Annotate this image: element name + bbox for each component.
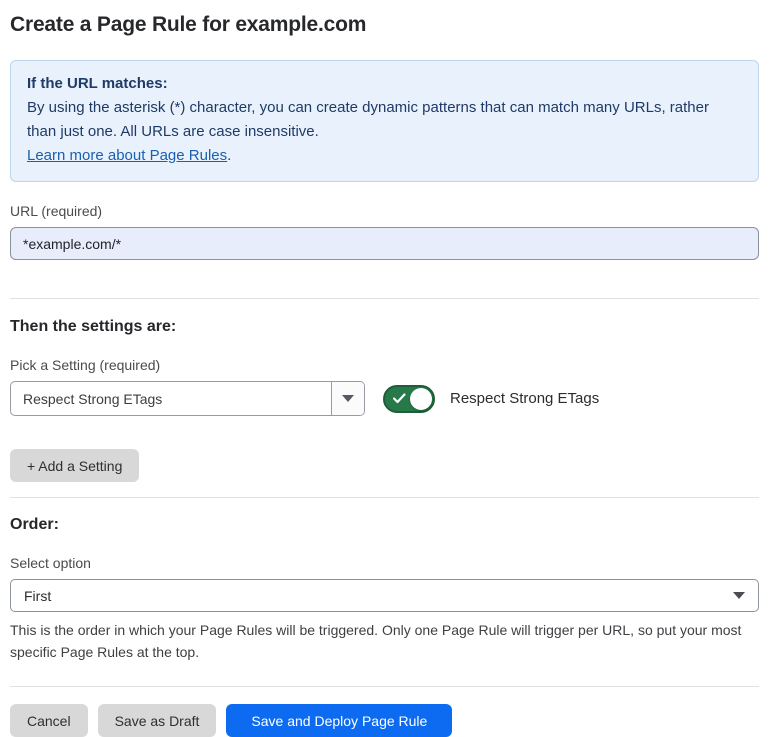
order-help-text: This is the order in which your Page Rul…: [10, 619, 755, 663]
order-select[interactable]: First: [10, 579, 759, 612]
url-match-info-box: If the URL matches: By using the asteris…: [10, 60, 759, 182]
chevron-down-icon: [342, 395, 354, 402]
learn-more-link[interactable]: Learn more about Page Rules: [27, 147, 227, 164]
setting-dropdown-value: Respect Strong ETags: [11, 382, 331, 415]
toggle-label: Respect Strong ETags: [450, 390, 599, 407]
etags-toggle[interactable]: [383, 385, 435, 413]
url-label: URL (required): [10, 203, 759, 219]
info-box-body: By using the asterisk (*) character, you…: [27, 96, 742, 144]
link-period: .: [227, 147, 231, 164]
footer-actions: Cancel Save as Draft Save and Deploy Pag…: [10, 704, 759, 737]
chevron-down-icon: [733, 592, 745, 599]
save-as-draft-button[interactable]: Save as Draft: [98, 704, 217, 737]
divider: [10, 497, 759, 498]
order-select-label: Select option: [10, 555, 759, 571]
save-and-deploy-button[interactable]: Save and Deploy Page Rule: [226, 704, 452, 737]
add-setting-button[interactable]: + Add a Setting: [10, 449, 139, 482]
divider: [10, 686, 759, 687]
create-page-rule-form: Create a Page Rule for example.com If th…: [0, 0, 769, 737]
settings-section-heading: Then the settings are:: [10, 318, 759, 336]
page-title: Create a Page Rule for example.com: [10, 13, 759, 37]
divider: [10, 298, 759, 299]
cancel-button[interactable]: Cancel: [10, 704, 88, 737]
setting-row: Respect Strong ETags Respect Strong ETag…: [10, 381, 759, 416]
order-section-heading: Order:: [10, 516, 759, 534]
check-icon: [393, 393, 406, 404]
url-input[interactable]: [10, 227, 759, 260]
toggle-knob: [410, 388, 432, 410]
info-box-heading: If the URL matches:: [27, 72, 742, 96]
setting-dropdown[interactable]: Respect Strong ETags: [10, 381, 365, 416]
pick-setting-label: Pick a Setting (required): [10, 357, 759, 373]
order-select-value: First: [24, 588, 51, 604]
info-link-line: Learn more about Page Rules.: [27, 144, 742, 168]
setting-dropdown-arrow-button[interactable]: [331, 382, 364, 415]
